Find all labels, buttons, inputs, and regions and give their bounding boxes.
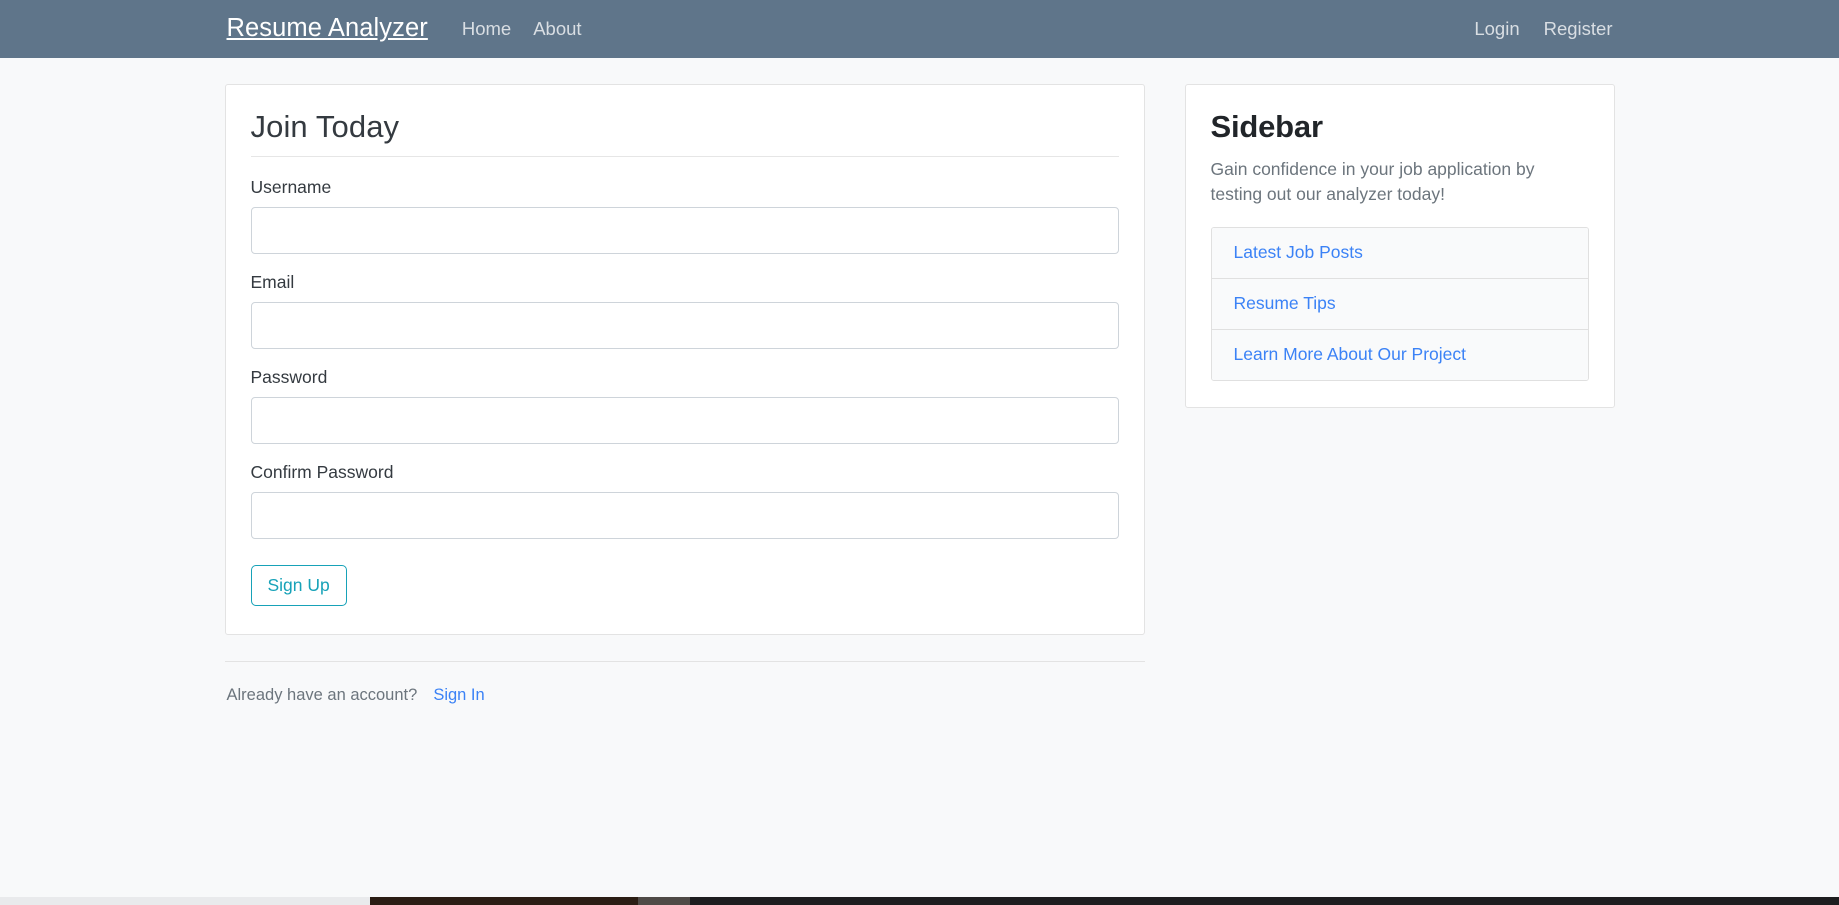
field-group-confirm-password: Confirm Password bbox=[250, 461, 1119, 539]
sidebar-item-learn-more[interactable]: Learn More About Our Project bbox=[1211, 329, 1588, 380]
signin-footer: Already have an account? Sign In bbox=[224, 661, 1145, 706]
field-group-password: Password bbox=[250, 366, 1119, 444]
sidebar-item-resume-tips[interactable]: Resume Tips bbox=[1211, 279, 1588, 330]
confirm-password-label: Confirm Password bbox=[250, 461, 394, 482]
navbar-brand[interactable]: Resume Analyzer bbox=[227, 16, 428, 42]
sidebar-column: Sidebar Gain confidence in your job appl… bbox=[1184, 84, 1615, 408]
password-input[interactable] bbox=[250, 396, 1119, 444]
username-label: Username bbox=[250, 176, 332, 197]
form-fields: Username Email Password Confirm Password bbox=[250, 157, 1119, 607]
registration-card: Join Today Username Email Password Confi… bbox=[224, 84, 1145, 636]
sidebar-card: Sidebar Gain confidence in your job appl… bbox=[1184, 84, 1615, 408]
main-column: Join Today Username Email Password Confi… bbox=[224, 84, 1145, 707]
taskbar-segment bbox=[690, 897, 1839, 905]
taskbar-segment bbox=[638, 897, 690, 905]
field-group-email: Email bbox=[250, 271, 1119, 349]
nav-link-register[interactable]: Register bbox=[1544, 19, 1613, 39]
email-label: Email bbox=[250, 271, 295, 292]
sidebar-title: Sidebar bbox=[1210, 109, 1324, 144]
registration-form: Join Today Username Email Password Confi… bbox=[250, 109, 1119, 607]
navbar-right-links: Login Register bbox=[1474, 19, 1613, 39]
already-account-text: Already have an account? bbox=[226, 686, 418, 705]
field-group-username: Username bbox=[250, 176, 1119, 254]
nav-link-home[interactable]: Home bbox=[462, 19, 511, 39]
navbar-container: Resume Analyzer Home About Login Registe… bbox=[225, 0, 1615, 58]
taskbar-segment bbox=[0, 897, 370, 905]
page-container: Join Today Username Email Password Confi… bbox=[224, 58, 1615, 707]
sign-in-link[interactable]: Sign In bbox=[433, 686, 484, 704]
sidebar-list-group: Latest Job Posts Resume Tips Learn More … bbox=[1210, 227, 1589, 381]
email-input[interactable] bbox=[250, 301, 1119, 349]
sign-up-button[interactable]: Sign Up bbox=[250, 564, 347, 607]
username-input[interactable] bbox=[250, 206, 1119, 254]
navbar-left-links: Home About bbox=[462, 19, 582, 39]
taskbar-segment bbox=[370, 897, 638, 905]
confirm-password-input[interactable] bbox=[250, 491, 1119, 539]
nav-link-login[interactable]: Login bbox=[1474, 19, 1519, 39]
main-navbar: Resume Analyzer Home About Login Registe… bbox=[0, 0, 1839, 58]
nav-link-about[interactable]: About bbox=[533, 19, 581, 39]
taskbar-sliver bbox=[0, 897, 1839, 905]
sidebar-description: Gain confidence in your job application … bbox=[1210, 158, 1535, 205]
form-legend: Join Today bbox=[250, 109, 1119, 157]
password-label: Password bbox=[250, 366, 328, 387]
sidebar-item-latest-job-posts[interactable]: Latest Job Posts bbox=[1211, 228, 1588, 280]
